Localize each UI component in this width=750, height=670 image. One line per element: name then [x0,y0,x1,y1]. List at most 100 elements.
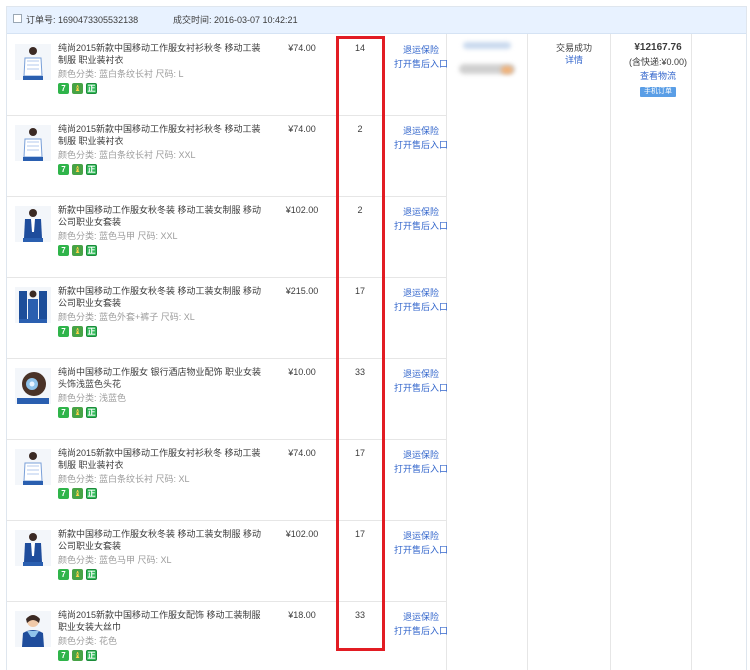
refund-insurance-link[interactable]: 退运保险 [385,286,457,300]
order-total: ¥12167.76 (含快递:¥0.00) 查看物流 手机订单 [619,41,697,97]
service-badges: 7 ♝ 正 [58,569,100,582]
product-sku: 颜色分类: 蓝白条纹长衬 尺码: XL [58,474,190,484]
product-thumbnail[interactable] [15,125,51,161]
product-title-link[interactable]: 纯尚2015新款中国移动工作服女配饰 移动工装制服职业女装大丝巾 [58,610,268,633]
status-text: 交易成功 [555,43,592,53]
product-thumbnail[interactable] [15,287,51,323]
unit-price: ¥102.00 [285,529,319,539]
guarantee-shield-icon[interactable]: ♝ [72,569,83,580]
order-status: 交易成功 详情 [534,42,614,66]
guarantee-shield-icon[interactable]: ♝ [72,650,83,661]
authentic-icon[interactable]: 正 [86,569,97,580]
unit-price: ¥74.00 [288,448,316,458]
guarantee-shield-icon[interactable]: ♝ [72,326,83,337]
product-sku: 颜色分类: 蓝白条纹长衬 尺码: L [58,69,184,79]
after-sales-links: 退运保险 打开售后入口 [385,286,457,314]
view-logistics-link[interactable]: 查看物流 [619,69,697,83]
product-title-link[interactable]: 纯尚中国移动工作服女 银行酒店物业配饰 职业女装头饰浅蓝色头花 [58,367,268,390]
authentic-icon[interactable]: 正 [86,650,97,661]
refund-insurance-link[interactable]: 退运保险 [385,124,457,138]
column-divider [610,34,611,670]
open-aftersale-link[interactable]: 打开售后入口 [385,624,457,638]
authentic-icon[interactable]: 正 [86,83,97,94]
shipping-fee: (含快递:¥0.00) [628,57,688,67]
open-aftersale-link[interactable]: 打开售后入口 [385,543,457,557]
guarantee-shield-icon[interactable]: ♝ [72,488,83,499]
seven-day-return-icon[interactable]: 7 [58,488,69,499]
authentic-icon[interactable]: 正 [86,164,97,175]
unit-price: ¥18.00 [288,610,316,620]
unit-price: ¥215.00 [285,286,319,296]
refund-insurance-link[interactable]: 退运保险 [385,205,457,219]
product-title-link[interactable]: 纯尚2015新款中国移动工作服女衬衫秋冬 移动工装制服 职业装衬衣 [58,43,268,66]
after-sales-links: 退运保险 打开售后入口 [385,448,457,476]
order-header: 订单号: 1690473305532138 成交时间: 2016-03-07 1… [7,7,746,34]
product-thumbnail[interactable] [15,449,51,485]
open-aftersale-link[interactable]: 打开售后入口 [385,300,457,314]
product-title-link[interactable]: 纯尚2015新款中国移动工作服女衬衫秋冬 移动工装制服 职业装衬衣 [58,448,268,471]
after-sales-links: 退运保险 打开售后入口 [385,367,457,395]
details-link[interactable]: 详情 [534,54,614,66]
unit-price: ¥10.00 [288,367,316,377]
open-aftersale-link[interactable]: 打开售后入口 [385,381,457,395]
mobile-order-badge: 手机订单 [640,87,676,97]
seven-day-return-icon[interactable]: 7 [58,650,69,661]
guarantee-shield-icon[interactable]: ♝ [72,245,83,256]
seller-info-blurred [457,42,527,82]
unit-price: ¥74.00 [288,43,316,53]
order-select-checkbox[interactable] [13,14,22,23]
order-card: 订单号: 1690473305532138 成交时间: 2016-03-07 1… [6,6,747,670]
open-aftersale-link[interactable]: 打开售后入口 [385,57,457,71]
seven-day-return-icon[interactable]: 7 [58,83,69,94]
product-thumbnail[interactable] [15,611,51,647]
after-sales-links: 退运保险 打开售后入口 [385,43,457,71]
seven-day-return-icon[interactable]: 7 [58,164,69,175]
guarantee-shield-icon[interactable]: ♝ [72,83,83,94]
order-number: 订单号: 1690473305532138 [26,15,139,25]
service-badges: 7 ♝ 正 [58,326,100,339]
service-badges: 7 ♝ 正 [58,83,100,96]
total-amount: ¥12167.76 [634,42,682,53]
after-sales-links: 退运保险 打开售后入口 [385,529,457,557]
unit-price: ¥74.00 [288,124,316,134]
product-sku: 颜色分类: 蓝色马甲 尺码: XXL [58,231,178,241]
refund-insurance-link[interactable]: 退运保险 [385,43,457,57]
unit-price: ¥102.00 [285,205,319,215]
column-divider [691,34,692,670]
seven-day-return-icon[interactable]: 7 [58,326,69,337]
seven-day-return-icon[interactable]: 7 [58,407,69,418]
guarantee-shield-icon[interactable]: ♝ [72,407,83,418]
service-badges: 7 ♝ 正 [58,488,100,501]
refund-insurance-link[interactable]: 退运保险 [385,529,457,543]
refund-insurance-link[interactable]: 退运保险 [385,367,457,381]
product-thumbnail[interactable] [15,368,51,404]
refund-insurance-link[interactable]: 退运保险 [385,448,457,462]
product-title-link[interactable]: 新款中国移动工作服女秋冬装 移动工装女制服 移动公司职业女套装 [58,286,268,309]
authentic-icon[interactable]: 正 [86,488,97,499]
service-badges: 7 ♝ 正 [58,164,100,177]
authentic-icon[interactable]: 正 [86,407,97,418]
authentic-icon[interactable]: 正 [86,245,97,256]
product-thumbnail[interactable] [15,530,51,566]
open-aftersale-link[interactable]: 打开售后入口 [385,138,457,152]
authentic-icon[interactable]: 正 [86,326,97,337]
after-sales-links: 退运保险 打开售后入口 [385,124,457,152]
service-badges: 7 ♝ 正 [58,407,100,420]
service-badges: 7 ♝ 正 [58,650,100,663]
product-thumbnail[interactable] [15,44,51,80]
product-title-link[interactable]: 新款中国移动工作服女秋冬装 移动工装女制服 移动公司职业女套装 [58,529,268,552]
open-aftersale-link[interactable]: 打开售后入口 [385,219,457,233]
seven-day-return-icon[interactable]: 7 [58,245,69,256]
refund-insurance-link[interactable]: 退运保险 [385,610,457,624]
seven-day-return-icon[interactable]: 7 [58,569,69,580]
product-sku: 颜色分类: 蓝色马甲 尺码: XL [58,555,172,565]
open-aftersale-link[interactable]: 打开售后入口 [385,462,457,476]
product-sku: 颜色分类: 花色 [58,636,118,646]
product-thumbnail[interactable] [15,206,51,242]
guarantee-shield-icon[interactable]: ♝ [72,164,83,175]
product-sku: 颜色分类: 蓝白条纹长衬 尺码: XXL [58,150,196,160]
product-sku: 颜色分类: 蓝色外套+裤子 尺码: XL [58,312,195,322]
product-title-link[interactable]: 新款中国移动工作服女秋冬装 移动工装女制服 移动公司职业女套装 [58,205,268,228]
after-sales-links: 退运保险 打开售后入口 [385,205,457,233]
product-title-link[interactable]: 纯尚2015新款中国移动工作服女衬衫秋冬 移动工装制服 职业装衬衣 [58,124,268,147]
